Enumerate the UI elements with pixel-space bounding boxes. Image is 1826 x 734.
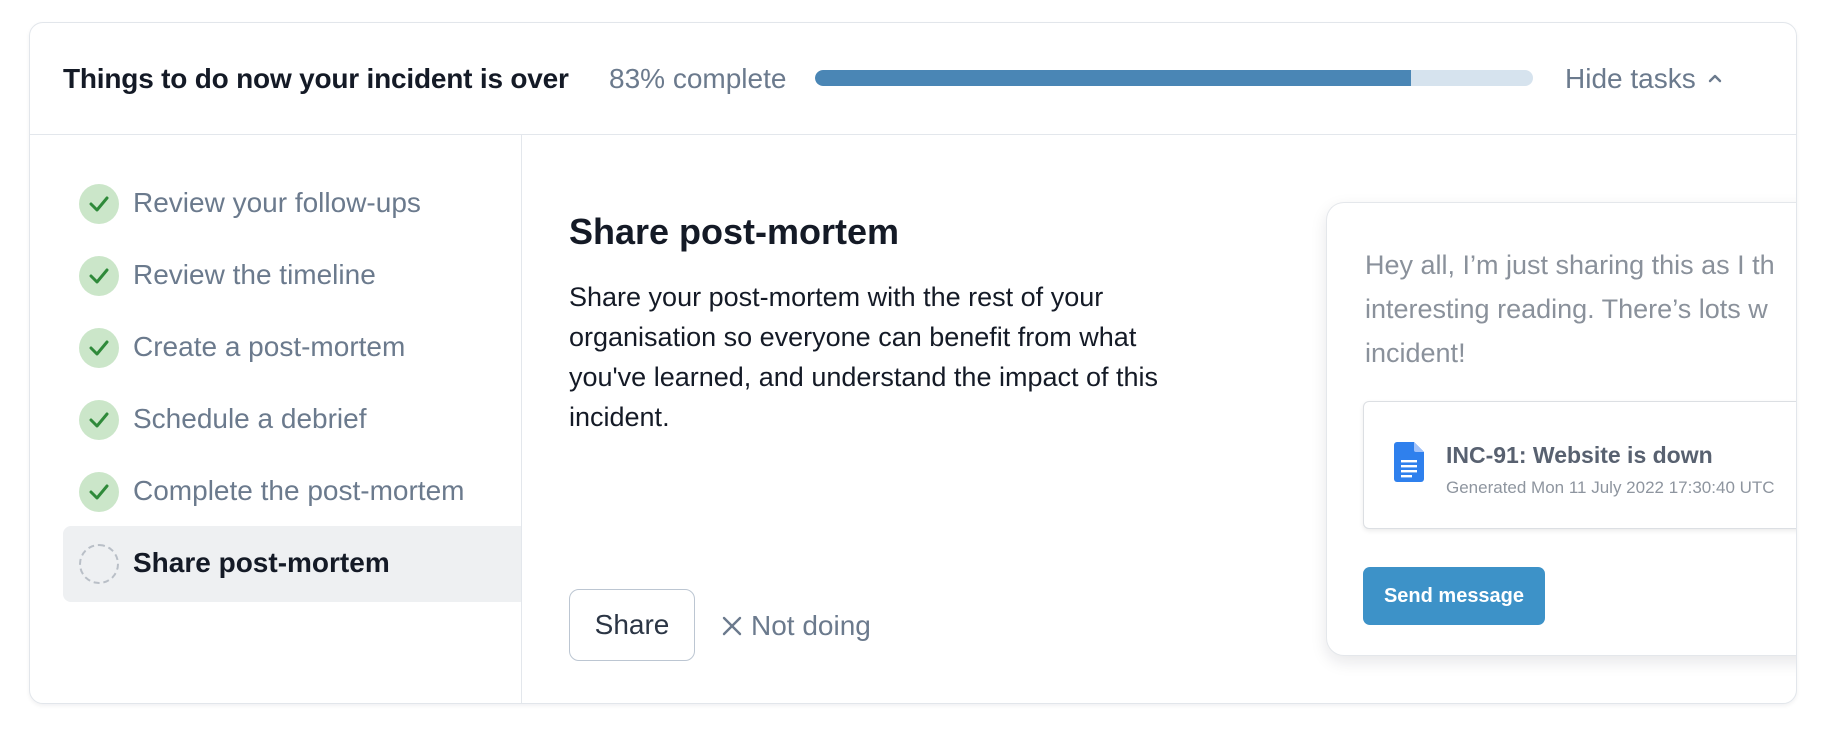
task-label: Schedule a debrief	[133, 403, 367, 434]
preview-message-line: incident!	[1365, 338, 1466, 368]
task-list: Review your follow-ups Review the timeli…	[30, 135, 522, 703]
check-circle-icon	[79, 256, 119, 296]
dashed-circle-icon	[79, 544, 119, 584]
tasks-header-title: Things to do now your incident is over	[63, 63, 569, 94]
preview-message-line: interesting reading. There’s lots w	[1365, 294, 1768, 324]
task-complete-post-mortem[interactable]: Complete the post-mortem	[63, 454, 521, 530]
task-review-follow-ups[interactable]: Review your follow-ups	[63, 166, 521, 242]
task-detail-title: Share post-mortem	[569, 211, 900, 252]
share-button[interactable]: Share	[569, 589, 695, 661]
preview-message-line: Hey all, I’m just sharing this as I th	[1365, 250, 1775, 280]
check-circle-icon	[79, 400, 119, 440]
send-message-button: Send message	[1363, 567, 1545, 625]
google-doc-icon	[1394, 442, 1424, 482]
task-create-post-mortem[interactable]: Create a post-mortem	[63, 310, 521, 386]
hide-tasks-button[interactable]: Hide tasks	[1565, 63, 1724, 95]
chevron-up-icon	[1708, 74, 1721, 83]
not-doing-button[interactable]: Not doing	[721, 610, 871, 642]
check-circle-icon	[79, 472, 119, 512]
task-schedule-debrief[interactable]: Schedule a debrief	[63, 382, 521, 458]
check-circle-icon	[79, 184, 119, 224]
task-label: Review the timeline	[133, 259, 376, 290]
task-review-timeline[interactable]: Review the timeline	[63, 238, 521, 314]
doc-generated-timestamp: Generated Mon 11 July 2022 17:30:40 UTC	[1446, 478, 1775, 497]
doc-title: INC-91: Website is down	[1446, 442, 1713, 468]
check-circle-icon	[79, 328, 119, 368]
post-incident-tasks-card: Things to do now your incident is over 8…	[29, 22, 1797, 704]
tasks-header: Things to do now your incident is over 8…	[30, 23, 1796, 135]
preview-message: Hey all, I’m just sharing this as I th i…	[1365, 243, 1796, 375]
task-share-post-mortem[interactable]: Share post-mortem	[63, 526, 521, 602]
progress-text: 83% complete	[609, 63, 787, 94]
progress-bar-fill	[815, 70, 1411, 86]
close-icon	[722, 616, 742, 636]
task-label: Complete the post-mortem	[133, 475, 465, 506]
hide-tasks-label: Hide tasks	[1565, 63, 1696, 94]
task-label: Review your follow-ups	[133, 187, 421, 218]
task-detail-panel: Share post-mortem Share your post-mortem…	[523, 135, 1796, 703]
slack-message-preview: Hey all, I’m just sharing this as I th i…	[1326, 202, 1796, 656]
task-label: Share post-mortem	[133, 547, 390, 578]
post-mortem-doc-attachment: INC-91: Website is down Generated Mon 11…	[1363, 401, 1796, 529]
task-label: Create a post-mortem	[133, 331, 406, 362]
task-detail-description: Share your post-mortem with the rest of …	[569, 282, 1159, 432]
progress-bar	[815, 70, 1533, 86]
not-doing-label: Not doing	[751, 610, 871, 641]
